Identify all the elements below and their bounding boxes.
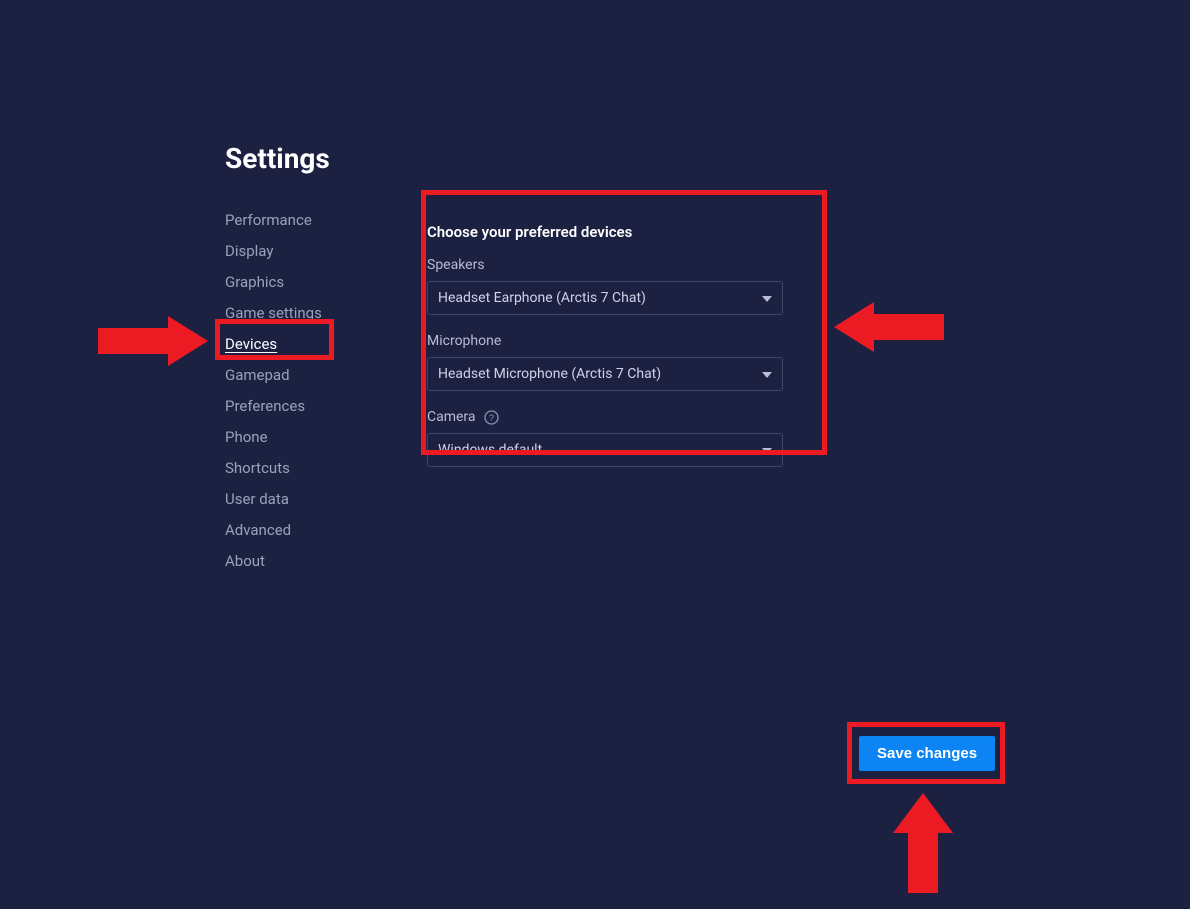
speakers-select[interactable]: Headset Earphone (Arctis 7 Chat) (427, 281, 783, 315)
sidebar-item-user-data[interactable]: User data (225, 490, 375, 508)
camera-select[interactable]: Windows default (427, 433, 783, 467)
camera-value: Windows default (438, 442, 542, 458)
speakers-label: Speakers (427, 257, 783, 273)
save-button[interactable]: Save changes (859, 736, 995, 771)
help-icon[interactable]: ? (484, 410, 499, 425)
content-panel: Choose your preferred devices Speakers H… (409, 211, 801, 570)
sidebar-item-phone[interactable]: Phone (225, 428, 375, 446)
sidebar-item-preferences[interactable]: Preferences (225, 397, 375, 415)
sidebar-item-about[interactable]: About (225, 552, 375, 570)
microphone-label: Microphone (427, 333, 783, 349)
sidebar-item-devices[interactable]: Devices (225, 335, 375, 353)
section-title: Choose your preferred devices (427, 223, 783, 241)
sidebar-item-gamepad[interactable]: Gamepad (225, 366, 375, 384)
chevron-down-icon (762, 366, 772, 382)
sidebar-item-game-settings[interactable]: Game settings (225, 304, 375, 322)
speakers-value: Headset Earphone (Arctis 7 Chat) (438, 290, 646, 306)
page-title: Settings (225, 142, 801, 175)
annotation-arrow-up-icon (893, 793, 953, 897)
sidebar-item-shortcuts[interactable]: Shortcuts (225, 459, 375, 477)
chevron-down-icon (762, 290, 772, 306)
microphone-select[interactable]: Headset Microphone (Arctis 7 Chat) (427, 357, 783, 391)
camera-label: Camera (427, 409, 476, 425)
sidebar-item-graphics[interactable]: Graphics (225, 273, 375, 291)
annotation-arrow-right-icon (98, 316, 208, 370)
annotation-arrow-left-icon (834, 302, 944, 356)
sidebar-item-advanced[interactable]: Advanced (225, 521, 375, 539)
svg-text:?: ? (489, 413, 494, 423)
microphone-value: Headset Microphone (Arctis 7 Chat) (438, 366, 661, 382)
sidebar-item-performance[interactable]: Performance (225, 211, 375, 229)
sidebar: Performance Display Graphics Game settin… (225, 211, 375, 570)
chevron-down-icon (762, 442, 772, 458)
sidebar-item-display[interactable]: Display (225, 242, 375, 260)
